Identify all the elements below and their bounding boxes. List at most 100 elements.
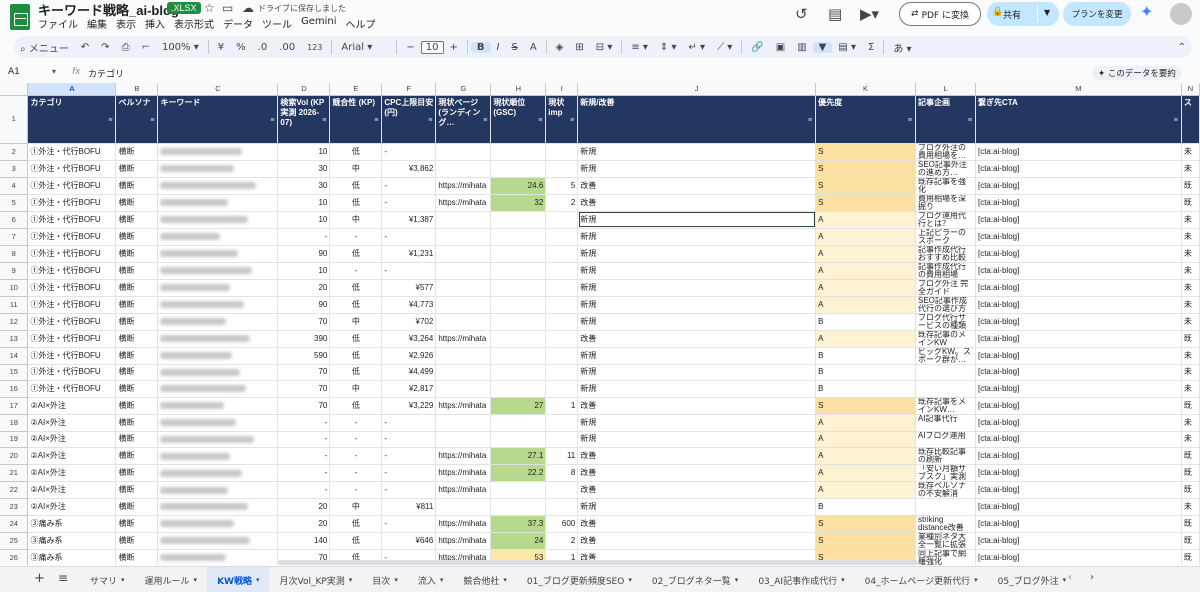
cell-k[interactable]: S bbox=[815, 160, 916, 178]
cell-g[interactable]: https://mihata bbox=[435, 330, 492, 348]
row-number[interactable]: 22 bbox=[0, 481, 29, 500]
cell-x[interactable]: 既 bbox=[1181, 194, 1200, 212]
cell-g[interactable] bbox=[435, 498, 492, 516]
cell-g[interactable]: https://mihata bbox=[435, 464, 492, 483]
cell-e[interactable]: 低 bbox=[329, 296, 383, 314]
cell-e[interactable]: 中 bbox=[329, 313, 383, 331]
cell-j[interactable]: 新規 bbox=[577, 211, 817, 229]
number-format-button[interactable]: 123 bbox=[301, 43, 328, 52]
cell-j[interactable]: 新規 bbox=[577, 279, 817, 297]
cell-e[interactable]: - bbox=[329, 414, 383, 432]
header-cell[interactable]: キーワード ≡ bbox=[157, 95, 279, 144]
collapse-toolbar-icon[interactable]: ⌃ bbox=[1172, 42, 1192, 53]
undo-icon[interactable]: ↶ bbox=[75, 42, 95, 53]
cell-keyword-redacted[interactable] bbox=[157, 177, 279, 195]
menu-gemini[interactable]: Gemini bbox=[301, 16, 337, 31]
cell-j[interactable]: 新規 bbox=[577, 245, 817, 263]
decrease-font-icon[interactable]: − bbox=[400, 42, 420, 53]
cell-e[interactable]: - bbox=[329, 262, 383, 280]
cell-h[interactable]: 27 bbox=[490, 397, 547, 415]
cell-e[interactable]: 低 bbox=[329, 143, 383, 161]
bold-icon[interactable]: B bbox=[470, 41, 491, 53]
filter-icon[interactable]: ≡ bbox=[908, 116, 912, 126]
cell-f[interactable]: ¥577 bbox=[381, 279, 437, 297]
cell-h[interactable]: 37.3 bbox=[490, 515, 547, 533]
cell-g[interactable] bbox=[435, 160, 492, 178]
cell-a[interactable]: ①外注・代行BOFU bbox=[27, 330, 117, 348]
cell-m[interactable]: [cta:ai-blog] bbox=[975, 380, 1182, 398]
cell-x[interactable]: 未 bbox=[1181, 313, 1200, 331]
row-number[interactable]: 24 bbox=[0, 515, 29, 533]
cell-d[interactable]: 20 bbox=[277, 498, 331, 516]
cell-e[interactable]: - bbox=[329, 447, 383, 466]
cell-f[interactable]: ¥1,387 bbox=[381, 211, 437, 229]
cell-d[interactable]: 10 bbox=[277, 194, 331, 212]
chevron-down-icon[interactable]: ▾ bbox=[440, 576, 444, 584]
cell-l[interactable]: SEO記事作成代行の選び方 bbox=[915, 296, 976, 314]
cell-k[interactable]: S bbox=[815, 194, 916, 212]
cell-e[interactable]: 低 bbox=[329, 364, 383, 382]
cell-d[interactable]: 70 bbox=[277, 397, 331, 415]
cell-h[interactable] bbox=[490, 330, 547, 348]
cell-x[interactable]: 未 bbox=[1181, 228, 1200, 246]
cell-d[interactable]: 30 bbox=[277, 160, 331, 178]
insert-link-icon[interactable]: 🔗 bbox=[745, 42, 769, 53]
cell-m[interactable]: [cta:ai-blog] bbox=[975, 330, 1182, 348]
cell-h[interactable] bbox=[490, 481, 547, 500]
cell-j[interactable]: 改善 bbox=[577, 330, 817, 348]
cell-f[interactable]: - bbox=[381, 464, 437, 483]
cell-f[interactable]: ¥4,499 bbox=[381, 364, 437, 382]
cell-g[interactable] bbox=[435, 262, 492, 280]
cell-m[interactable]: [cta:ai-blog] bbox=[975, 160, 1182, 178]
cell-keyword-redacted[interactable] bbox=[157, 532, 279, 550]
cell-g[interactable] bbox=[435, 414, 492, 432]
meet-icon[interactable]: ▶▾ bbox=[860, 5, 879, 23]
cell-keyword-redacted[interactable] bbox=[157, 228, 279, 246]
cell-d[interactable]: 10 bbox=[277, 143, 331, 161]
cell-i[interactable] bbox=[545, 364, 579, 382]
cell-keyword-redacted[interactable] bbox=[157, 464, 279, 483]
vertical-align-icon[interactable]: ⇕ ▾ bbox=[654, 42, 683, 53]
row-number[interactable]: 2 bbox=[0, 143, 29, 161]
cell-b[interactable]: 横断 bbox=[115, 245, 159, 263]
header-cell[interactable]: CPC上限目安 (円) ≡ bbox=[381, 95, 437, 144]
cell-a[interactable]: ①外注・代行BOFU bbox=[27, 194, 117, 212]
cell-l[interactable]: 既存記事をメインKW… bbox=[915, 397, 976, 415]
cell-table[interactable]: A B C D E F G H I J K L M N 1 カテゴリ ≡ ペルソナ ≡ キーワード ≡ 検索Vol (KP… bbox=[0, 83, 1200, 565]
column-header[interactable]: L bbox=[915, 83, 976, 96]
cell-j[interactable]: 改善 bbox=[577, 194, 817, 212]
chevron-down-icon[interactable]: ▾ bbox=[394, 576, 398, 584]
cell-f[interactable]: ¥4,773 bbox=[381, 296, 437, 314]
cell-k[interactable]: B bbox=[815, 347, 916, 365]
header-cell[interactable]: 優先度 ≡ bbox=[815, 95, 916, 144]
row-number[interactable]: 4 bbox=[0, 177, 29, 195]
chevron-down-icon[interactable]: ▾ bbox=[841, 576, 845, 584]
cell-i[interactable] bbox=[545, 347, 579, 365]
cell-j[interactable]: 新規 bbox=[577, 414, 817, 432]
cell-keyword-redacted[interactable] bbox=[157, 143, 279, 161]
history-icon[interactable]: ↺ bbox=[795, 5, 808, 23]
cell-j[interactable]: 新規 bbox=[577, 380, 817, 398]
cell-a[interactable]: ①外注・代行BOFU bbox=[27, 262, 117, 280]
cell-l[interactable]: 費用相場を深掘り bbox=[915, 194, 976, 212]
cell-h[interactable] bbox=[490, 347, 547, 365]
cell-g[interactable] bbox=[435, 380, 492, 398]
cell-b[interactable]: 横断 bbox=[115, 143, 159, 161]
cell-a[interactable]: ①外注・代行BOFU bbox=[27, 313, 117, 331]
formula-input[interactable]: カテゴリ bbox=[88, 67, 124, 80]
cell-m[interactable]: [cta:ai-blog] bbox=[975, 313, 1182, 331]
cell-g[interactable] bbox=[435, 279, 492, 297]
cell-l[interactable]: AIブログ運用 bbox=[915, 431, 976, 449]
cell-i[interactable]: 2 bbox=[545, 532, 579, 550]
filter-icon[interactable]: ≡ bbox=[808, 116, 812, 126]
sheet-tab[interactable]: 03_AI記事作成代行 ▾ bbox=[748, 567, 854, 592]
cell-m[interactable]: [cta:ai-blog] bbox=[975, 194, 1182, 212]
cell-l[interactable]: ブログ代行サービスの種類 bbox=[915, 313, 976, 331]
cell-keyword-redacted[interactable] bbox=[157, 364, 279, 382]
cell-i[interactable]: 1 bbox=[545, 397, 579, 415]
cell-m[interactable]: [cta:ai-blog] bbox=[975, 211, 1182, 229]
percent-format-button[interactable]: % bbox=[230, 42, 252, 53]
column-header[interactable]: K bbox=[815, 83, 916, 96]
cell-g[interactable]: https://mihata bbox=[435, 447, 492, 466]
cell-h[interactable] bbox=[490, 431, 547, 449]
